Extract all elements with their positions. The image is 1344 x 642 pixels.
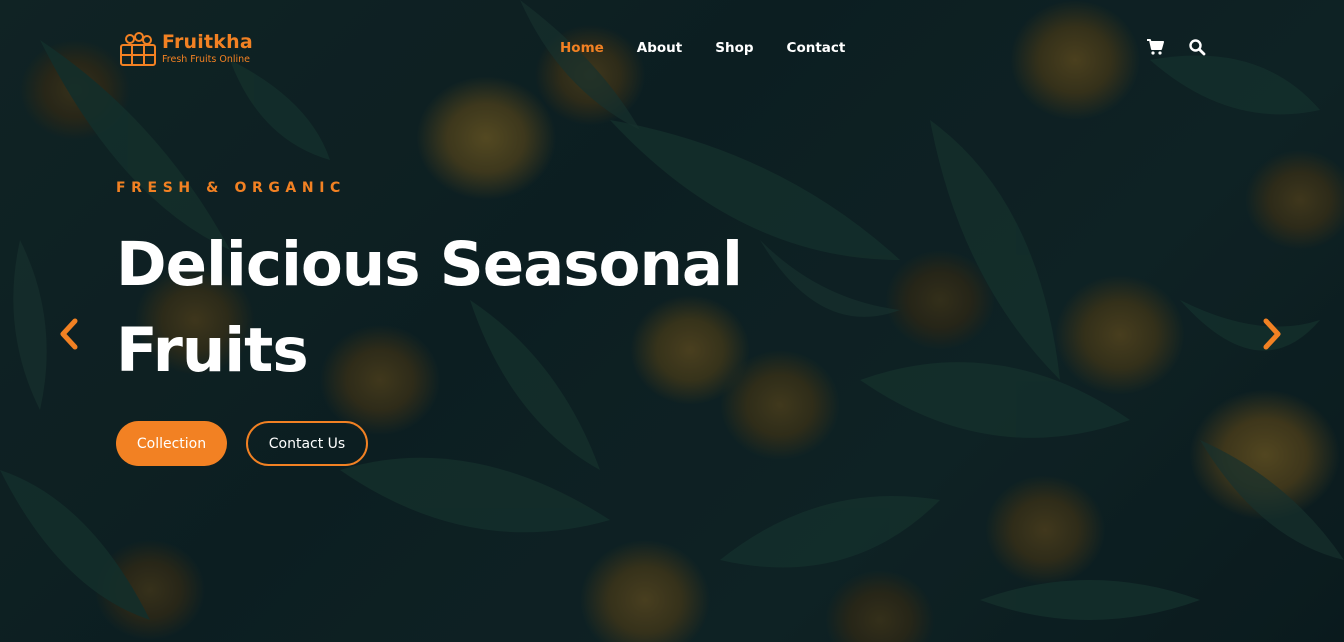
main-nav: Home About Shop Contact — [560, 38, 878, 58]
cart-icon[interactable] — [1146, 38, 1164, 56]
nav-link-shop[interactable]: Shop — [715, 38, 753, 58]
nav-link-contact[interactable]: Contact — [787, 38, 846, 58]
hero-headline: Delicious Seasonal Fruits — [116, 229, 743, 386]
collection-button[interactable]: Collection — [116, 421, 227, 466]
nav-link-home[interactable]: Home — [560, 38, 604, 58]
hero-slider: Fruitkha Fresh Fruits Online Home About … — [0, 0, 1344, 642]
contact-us-button[interactable]: Contact Us — [246, 421, 368, 466]
nav-link-about[interactable]: About — [637, 38, 682, 58]
hero-subtitle: FRESH & ORGANIC — [116, 180, 346, 196]
search-icon[interactable] — [1188, 38, 1206, 56]
header-icons — [1146, 38, 1230, 56]
fruit-basket-icon — [120, 32, 156, 66]
chevron-right-icon[interactable] — [1261, 316, 1285, 352]
site-header: Fruitkha Fresh Fruits Online Home About … — [0, 0, 1344, 96]
brand-name: Fruitkha — [162, 31, 253, 53]
brand-tagline: Fresh Fruits Online — [162, 54, 250, 65]
brand-logo[interactable]: Fruitkha Fresh Fruits Online — [118, 30, 253, 70]
chevron-left-icon[interactable] — [56, 316, 80, 352]
